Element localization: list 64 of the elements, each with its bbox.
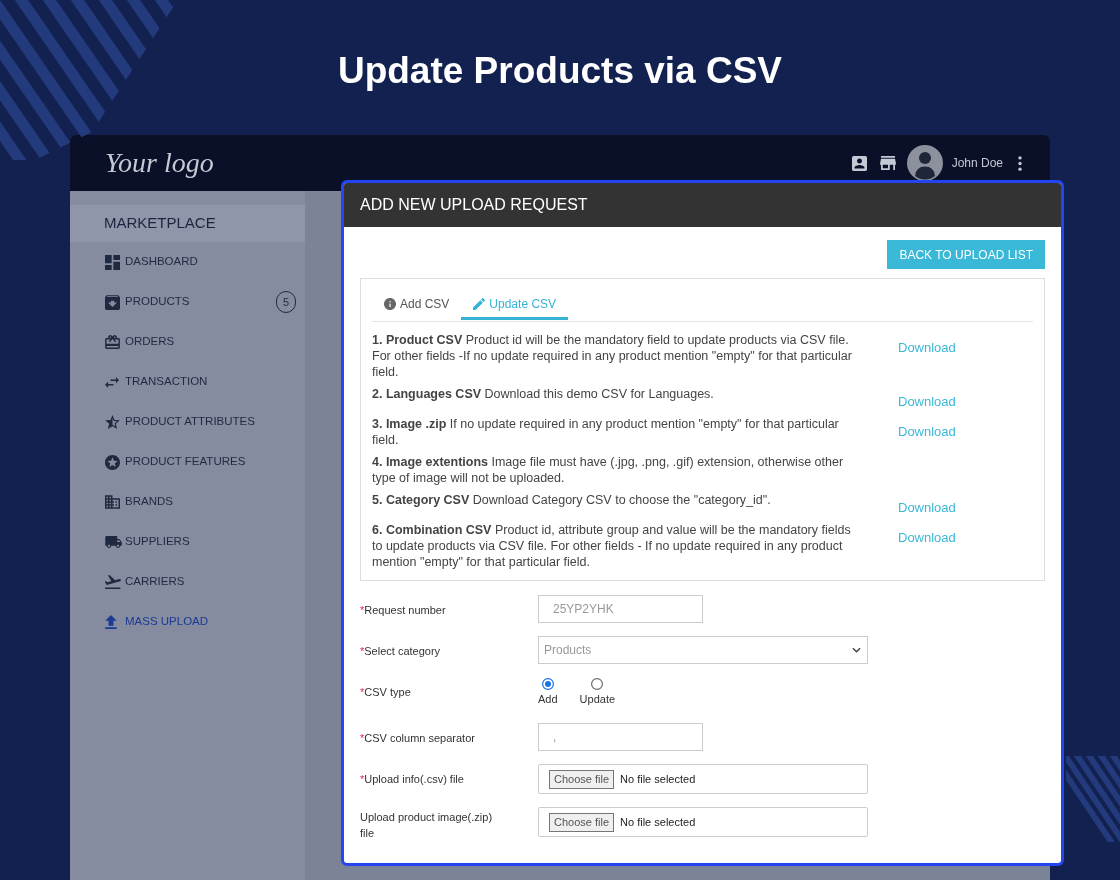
upload-icon <box>105 615 117 629</box>
archive-box-icon <box>105 294 120 310</box>
radio-label: Update <box>579 692 616 706</box>
file-status-text: No file selected <box>620 814 696 830</box>
field-label: *Select category <box>360 644 441 659</box>
dashboard-icon <box>105 254 120 270</box>
radio-button[interactable] <box>541 678 554 690</box>
back-to-upload-list-button[interactable]: BACK TO UPLOAD LIST <box>887 240 1045 269</box>
category-select[interactable]: Products <box>538 636 868 664</box>
airplane-icon <box>105 575 121 589</box>
page-title: Update Products via CSV <box>337 48 783 93</box>
sidebar-item[interactable]: ORDERS <box>70 322 305 362</box>
swap-arrows-icon <box>105 376 119 388</box>
instruction-text: 1. Product CSV Product id will be the mandatory field to update products via CSV file. For other fields -If no update required in any product mention "empty" for that particular field. <box>372 332 853 380</box>
star-icon <box>105 415 120 429</box>
field-label: *Request number <box>360 603 446 618</box>
gift-card-icon <box>105 335 120 349</box>
logo-text: Your logo <box>105 146 214 180</box>
sidebar-item[interactable]: CARRIERS <box>70 562 305 602</box>
instruction-text: 3. Image .zip If no update required in any product mention "empty" for that particular field. <box>372 416 840 448</box>
sidebar-item[interactable]: PRODUCT FEATURES <box>70 442 305 482</box>
file-input[interactable]: Choose file No file selected <box>538 807 868 837</box>
text-input[interactable]: , <box>538 723 703 751</box>
sidebar-item[interactable]: BRANDS <box>70 482 305 522</box>
modal-title: ADD NEW UPLOAD REQUEST <box>360 195 588 215</box>
download-link[interactable]: Download <box>898 394 956 410</box>
sidebar-item[interactable]: DASHBOARD <box>70 242 305 282</box>
user-name[interactable]: John Doe <box>951 154 1003 172</box>
info-icon <box>384 297 396 310</box>
avatar-icon[interactable] <box>906 145 943 181</box>
download-link[interactable]: Download <box>898 340 956 356</box>
instruction-text: 4. Image extentions Image file must have (.jpg, .png, .gif) extension, otherwise other type of image will not be uploaded. <box>372 454 845 486</box>
sidebar-item[interactable]: TRANSACTION <box>70 362 305 402</box>
building-icon <box>105 495 120 509</box>
download-link[interactable]: Download <box>898 424 956 440</box>
radio-button[interactable] <box>591 678 604 690</box>
download-link[interactable]: Download <box>898 500 956 516</box>
field-label: *CSV type <box>360 685 411 700</box>
tab[interactable]: Update CSV <box>461 290 569 320</box>
tab[interactable]: Add CSV <box>372 290 462 320</box>
field-label: *CSV column separator <box>360 731 475 746</box>
instruction-text: 6. Combination CSV Product id, attribute group and value will be the mandatory fields to update products via CSV file. For other fields - If no update required in any product mention "empty" for that particular field. <box>372 522 852 570</box>
radio-label: Add <box>538 692 558 706</box>
store-icon[interactable] <box>879 156 896 170</box>
download-link[interactable]: Download <box>898 530 956 546</box>
file-input[interactable]: Choose file No file selected <box>538 764 868 794</box>
pencil-icon <box>473 297 486 310</box>
contact-card-icon[interactable] <box>851 155 867 171</box>
field-label: Upload product image(.zip) file <box>360 810 494 841</box>
choose-file-button[interactable]: Choose file <box>549 769 615 789</box>
sidebar-item[interactable]: SUPPLIERS <box>70 522 305 562</box>
chevron-down-icon <box>852 647 861 653</box>
more-options-icon[interactable] <box>1018 155 1022 171</box>
instruction-text: 2. Languages CSV Download this demo CSV for Languages. <box>372 386 715 402</box>
field-label: *Upload info(.csv) file <box>360 772 464 787</box>
truck-icon <box>105 536 122 548</box>
sidebar-item[interactable]: MASS UPLOAD <box>70 602 305 642</box>
sidebar-item[interactable]: PRODUCT ATTRIBUTES <box>70 402 305 442</box>
sidebar-item[interactable]: PRODUCTS 5 <box>70 282 305 322</box>
instruction-text: 5. Category CSV Download Category CSV to choose the "category_id". <box>372 492 772 508</box>
file-status-text: No file selected <box>620 771 696 787</box>
text-input[interactable]: 25YP2YHK <box>538 595 703 623</box>
sidebar-heading: MARKETPLACE <box>70 205 305 242</box>
choose-file-button[interactable]: Choose file <box>549 812 615 832</box>
